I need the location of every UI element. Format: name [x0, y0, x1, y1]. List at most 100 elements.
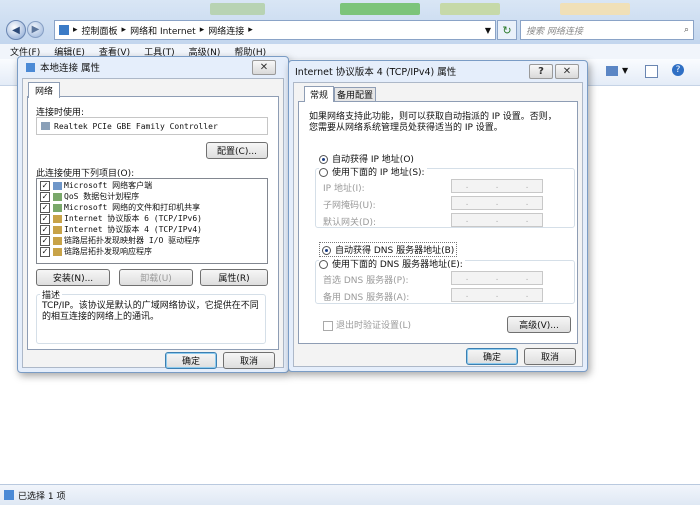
checkbox-checked-icon[interactable]: ✓ [40, 180, 50, 191]
description-text: TCP/IP。该协议是默认的广域网络协议，它提供在不同的相互连接的网络上的通讯。 [42, 301, 259, 322]
close-icon[interactable]: ✕ [555, 64, 579, 79]
protocol-icon [53, 247, 62, 256]
ip-address-field[interactable]: ... [451, 179, 543, 193]
checkbox-checked-icon[interactable]: ✓ [40, 224, 50, 235]
address-bar[interactable]: ▸ 控制面板 ▸ 网络和 Internet ▸ 网络连接 ▸ ▼ [54, 20, 496, 40]
ip-address-label: IP 地址(I): [323, 184, 365, 194]
search-input[interactable]: 搜索 网络连接 ⌕ [520, 20, 694, 40]
preview-pane-icon[interactable] [645, 65, 658, 78]
forward-arrow-icon[interactable]: ▶ [27, 21, 44, 38]
list-item[interactable]: ✓ 链路层拓扑发现映射器 I/O 驱动程序 [40, 235, 267, 246]
breadcrumb-item[interactable]: 网络连接 [208, 24, 244, 37]
checkbox-checked-icon[interactable]: ✓ [40, 246, 50, 257]
help-icon[interactable]: ? [672, 64, 684, 76]
breadcrumb-separator: ▸ [199, 25, 205, 35]
manual-dns-radio[interactable]: 使用下面的 DNS 服务器地址(E): [319, 257, 465, 270]
list-item[interactable]: ✓ Microsoft 网络的文件和打印机共享 [40, 202, 267, 213]
dialog-titlebar: 本地连接 属性 [18, 57, 288, 77]
manual-ip-label: 使用下面的 IP 地址(S): [332, 168, 425, 178]
network-icon [4, 490, 14, 500]
auto-ip-label: 自动获得 IP 地址(O) [332, 155, 414, 165]
chevron-down-icon[interactable]: ▼ [485, 26, 491, 35]
dialog-title: 本地连接 属性 [40, 63, 101, 74]
checkbox-checked-icon[interactable]: ✓ [40, 202, 50, 213]
list-item[interactable]: ✓ Internet 协议版本 4 (TCP/IPv4) [40, 224, 267, 235]
checkbox-checked-icon[interactable]: ✓ [40, 191, 50, 202]
configure-button[interactable]: 配置(C)... [206, 142, 268, 159]
protocol-icon [53, 214, 62, 223]
close-icon[interactable]: ✕ [252, 60, 276, 75]
status-text: 已选择 1 项 [18, 491, 66, 502]
radio-unselected-icon[interactable] [319, 260, 328, 269]
service-icon [53, 203, 62, 212]
adapter-name: Realtek PCIe GBE Family Controller [54, 121, 218, 131]
control-panel-icon [59, 25, 69, 35]
subnet-mask-label: 子网掩码(U): [323, 201, 376, 211]
cancel-button[interactable]: 取消 [524, 348, 576, 365]
breadcrumb-separator: ▸ [248, 25, 253, 35]
ok-button[interactable]: 确定 [466, 348, 518, 365]
gateway-field[interactable]: ... [451, 213, 543, 227]
dialog-title: Internet 协议版本 4 (TCP/IPv4) 属性 [295, 67, 457, 78]
search-placeholder: 搜索 网络连接 [526, 26, 583, 37]
local-connection-properties-dialog: 本地连接 属性 ✕ 网络 连接时使用: Realtek PCIe GBE Fam… [17, 56, 289, 373]
subnet-mask-field[interactable]: ... [451, 196, 543, 210]
ok-button[interactable]: 确定 [165, 352, 217, 369]
auto-ip-radio[interactable]: 自动获得 IP 地址(O) [319, 152, 414, 165]
search-icon[interactable]: ⌕ [684, 25, 689, 35]
refresh-icon[interactable]: ↻ [497, 20, 517, 40]
protocol-icon [53, 236, 62, 245]
radio-selected-icon[interactable] [322, 246, 331, 255]
general-tab-page: 如果网络支持此功能，则可以获取自动指派的 IP 设置。否则， 您需要从网络系统管… [298, 101, 578, 344]
manual-dns-label: 使用下面的 DNS 服务器地址(E): [332, 260, 463, 270]
checkbox-checked-icon[interactable]: ✓ [40, 213, 50, 224]
radio-selected-icon[interactable] [319, 155, 328, 164]
list-item[interactable]: ✓ QoS 数据包计划程序 [40, 191, 267, 202]
checkbox-checked-icon[interactable]: ✓ [40, 235, 50, 246]
network-tab-page: 连接时使用: Realtek PCIe GBE Family Controlle… [27, 96, 279, 350]
tab-general[interactable]: 常规 [304, 86, 334, 102]
manual-ip-radio[interactable]: 使用下面的 IP 地址(S): [319, 165, 427, 178]
list-item[interactable]: ✓ 链路层拓扑发现响应程序 [40, 246, 267, 257]
list-item[interactable]: ✓ Microsoft 网络客户端 [40, 180, 267, 191]
list-item-label: Microsoft 网络客户端 [64, 181, 153, 190]
client-icon [53, 181, 62, 190]
list-item[interactable]: ✓ Internet 协议版本 6 (TCP/IPv6) [40, 213, 267, 224]
auto-dns-label: 自动获得 DNS 服务器地址(B) [335, 246, 455, 256]
blurred-taskbar-tab [440, 3, 500, 15]
back-arrow-icon[interactable]: ◀ [6, 20, 26, 40]
list-item-label: QoS 数据包计划程序 [64, 192, 140, 201]
help-icon[interactable]: ? [529, 64, 553, 79]
info-text-line2: 您需要从网络系统管理员处获得适当的 IP 设置。 [309, 123, 503, 133]
radio-unselected-icon[interactable] [319, 168, 328, 177]
blurred-taskbar-tab [560, 3, 630, 15]
cancel-button[interactable]: 取消 [223, 352, 275, 369]
view-options-icon[interactable] [606, 66, 618, 76]
ipv4-properties-dialog: Internet 协议版本 4 (TCP/IPv4) 属性 ? ✕ 常规 备用配… [288, 60, 588, 372]
tab-network[interactable]: 网络 [28, 82, 60, 98]
blurred-taskbar-tab [210, 3, 265, 15]
breadcrumb-item[interactable]: 网络和 Internet [130, 24, 196, 37]
alternate-dns-field[interactable]: ... [451, 288, 543, 302]
advanced-button[interactable]: 高级(V)... [507, 316, 571, 333]
preferred-dns-label: 首选 DNS 服务器(P): [323, 276, 409, 286]
breadcrumb-item[interactable]: 控制面板 [82, 24, 118, 37]
tab-alternate-config[interactable]: 备用配置 [334, 87, 376, 101]
list-item-label: 链路层拓扑发现响应程序 [64, 247, 152, 256]
preferred-dns-field[interactable]: ... [451, 271, 543, 285]
checkbox-unchecked-icon[interactable] [323, 320, 333, 331]
list-item-label: Microsoft 网络的文件和打印机共享 [64, 203, 201, 212]
install-button[interactable]: 安装(N)... [36, 269, 110, 286]
uninstall-button[interactable]: 卸载(U) [119, 269, 193, 286]
breadcrumb-separator: ▸ [121, 25, 127, 35]
breadcrumb-separator: ▸ [73, 25, 78, 35]
list-item-label: Internet 协议版本 4 (TCP/IPv4) [64, 225, 202, 234]
blurred-taskbar-tab [340, 3, 420, 15]
list-item-label: 链路层拓扑发现映射器 I/O 驱动程序 [64, 236, 201, 245]
auto-dns-radio[interactable]: 自动获得 DNS 服务器地址(B) [319, 242, 458, 257]
gateway-label: 默认网关(D): [323, 218, 376, 228]
validate-on-exit-checkbox[interactable]: 退出时验证设置(L) [323, 318, 411, 331]
network-adapter-icon [26, 62, 35, 72]
properties-button[interactable]: 属性(R) [200, 269, 268, 286]
chevron-down-icon[interactable]: ▼ [622, 66, 628, 75]
